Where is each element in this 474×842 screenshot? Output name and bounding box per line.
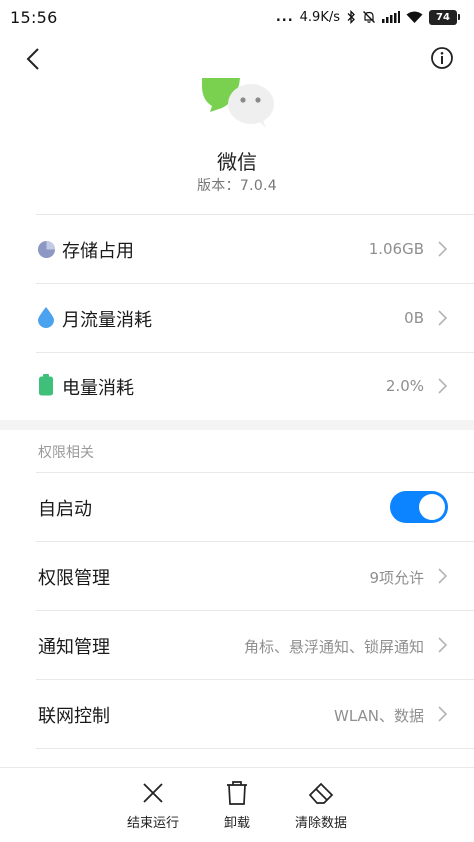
autostart-row: 自启动 [0, 473, 474, 541]
usage-label: 月流量消耗 [62, 310, 152, 331]
wechat-icon [202, 78, 274, 128]
autostart-label: 自启动 [38, 499, 92, 520]
bluetooth-icon [346, 10, 356, 24]
usage-label: 电量消耗 [62, 378, 134, 399]
status-time: 15:56 [10, 7, 58, 27]
water-drop-icon [36, 307, 56, 328]
chevron-right-icon [438, 706, 448, 722]
bottom-action-bar: 结束运行 卸载 清除数据 [0, 768, 474, 842]
back-button[interactable] [18, 44, 48, 74]
notification-label: 通知管理 [38, 637, 110, 658]
signal-icon [382, 11, 400, 23]
usage-value: 2.0% [385, 377, 424, 395]
usage-row-storage[interactable]: 存储占用 1.06GB [0, 215, 474, 283]
chevron-right-icon [438, 568, 448, 584]
status-dots: ... [275, 9, 294, 25]
nav-bar [0, 36, 474, 80]
network-control-row[interactable]: 联网控制 WLAN、数据 [0, 680, 474, 748]
chevron-right-icon [438, 378, 448, 394]
force-stop-label: 结束运行 [126, 816, 179, 831]
section-title-permissions: 权限相关 [38, 445, 94, 461]
usage-row-traffic[interactable]: 月流量消耗 0B [0, 284, 474, 352]
notification-row[interactable]: 通知管理 角标、悬浮通知、锁屏通知 [0, 611, 474, 679]
chevron-right-icon [438, 241, 448, 257]
row-divider [36, 748, 474, 749]
info-icon [431, 47, 453, 69]
permission-row[interactable]: 权限管理 9项允许 [0, 542, 474, 610]
app-name: 微信 [217, 150, 257, 174]
status-indicators: ... 4.9K/s 74 [275, 9, 460, 25]
trash-icon [227, 781, 247, 805]
section-separator [0, 420, 474, 430]
usage-value: 0B [404, 309, 424, 327]
app-version: 版本：7.0.4 [196, 178, 278, 194]
usage-label: 存储占用 [62, 241, 134, 262]
toggle-knob [419, 494, 445, 520]
force-stop-button[interactable]: 结束运行 [113, 780, 193, 831]
usage-row-battery[interactable]: 电量消耗 2.0% [0, 353, 474, 420]
chevron-right-icon [438, 310, 448, 326]
network-control-label: 联网控制 [38, 706, 110, 727]
info-button[interactable] [430, 46, 454, 70]
permission-label: 权限管理 [38, 568, 110, 589]
network-control-value: WLAN、数据 [333, 707, 424, 725]
autostart-toggle[interactable] [390, 491, 448, 523]
wifi-icon [406, 11, 423, 24]
status-bar: 15:56 ... 4.9K/s 74 [0, 0, 474, 34]
clear-data-label: 清除数据 [294, 816, 347, 831]
uninstall-button[interactable]: 卸载 [197, 780, 277, 831]
permission-value: 9项允许 [369, 569, 424, 587]
close-icon [143, 783, 163, 803]
eraser-icon [308, 782, 334, 804]
battery-indicator: 74 [429, 9, 460, 25]
clear-data-button[interactable]: 清除数据 [281, 780, 361, 831]
battery-tip [458, 14, 460, 20]
mute-icon [362, 10, 376, 24]
network-speed: 4.9K/s [299, 9, 340, 25]
chevron-right-icon [438, 637, 448, 653]
battery-icon [36, 374, 56, 396]
usage-value: 1.06GB [368, 240, 424, 258]
notification-value: 角标、悬浮通知、锁屏通知 [243, 638, 424, 656]
pie-chart-icon [36, 239, 56, 259]
battery-level: 74 [429, 9, 457, 25]
chevron-left-icon [26, 48, 39, 70]
uninstall-label: 卸载 [223, 816, 250, 831]
